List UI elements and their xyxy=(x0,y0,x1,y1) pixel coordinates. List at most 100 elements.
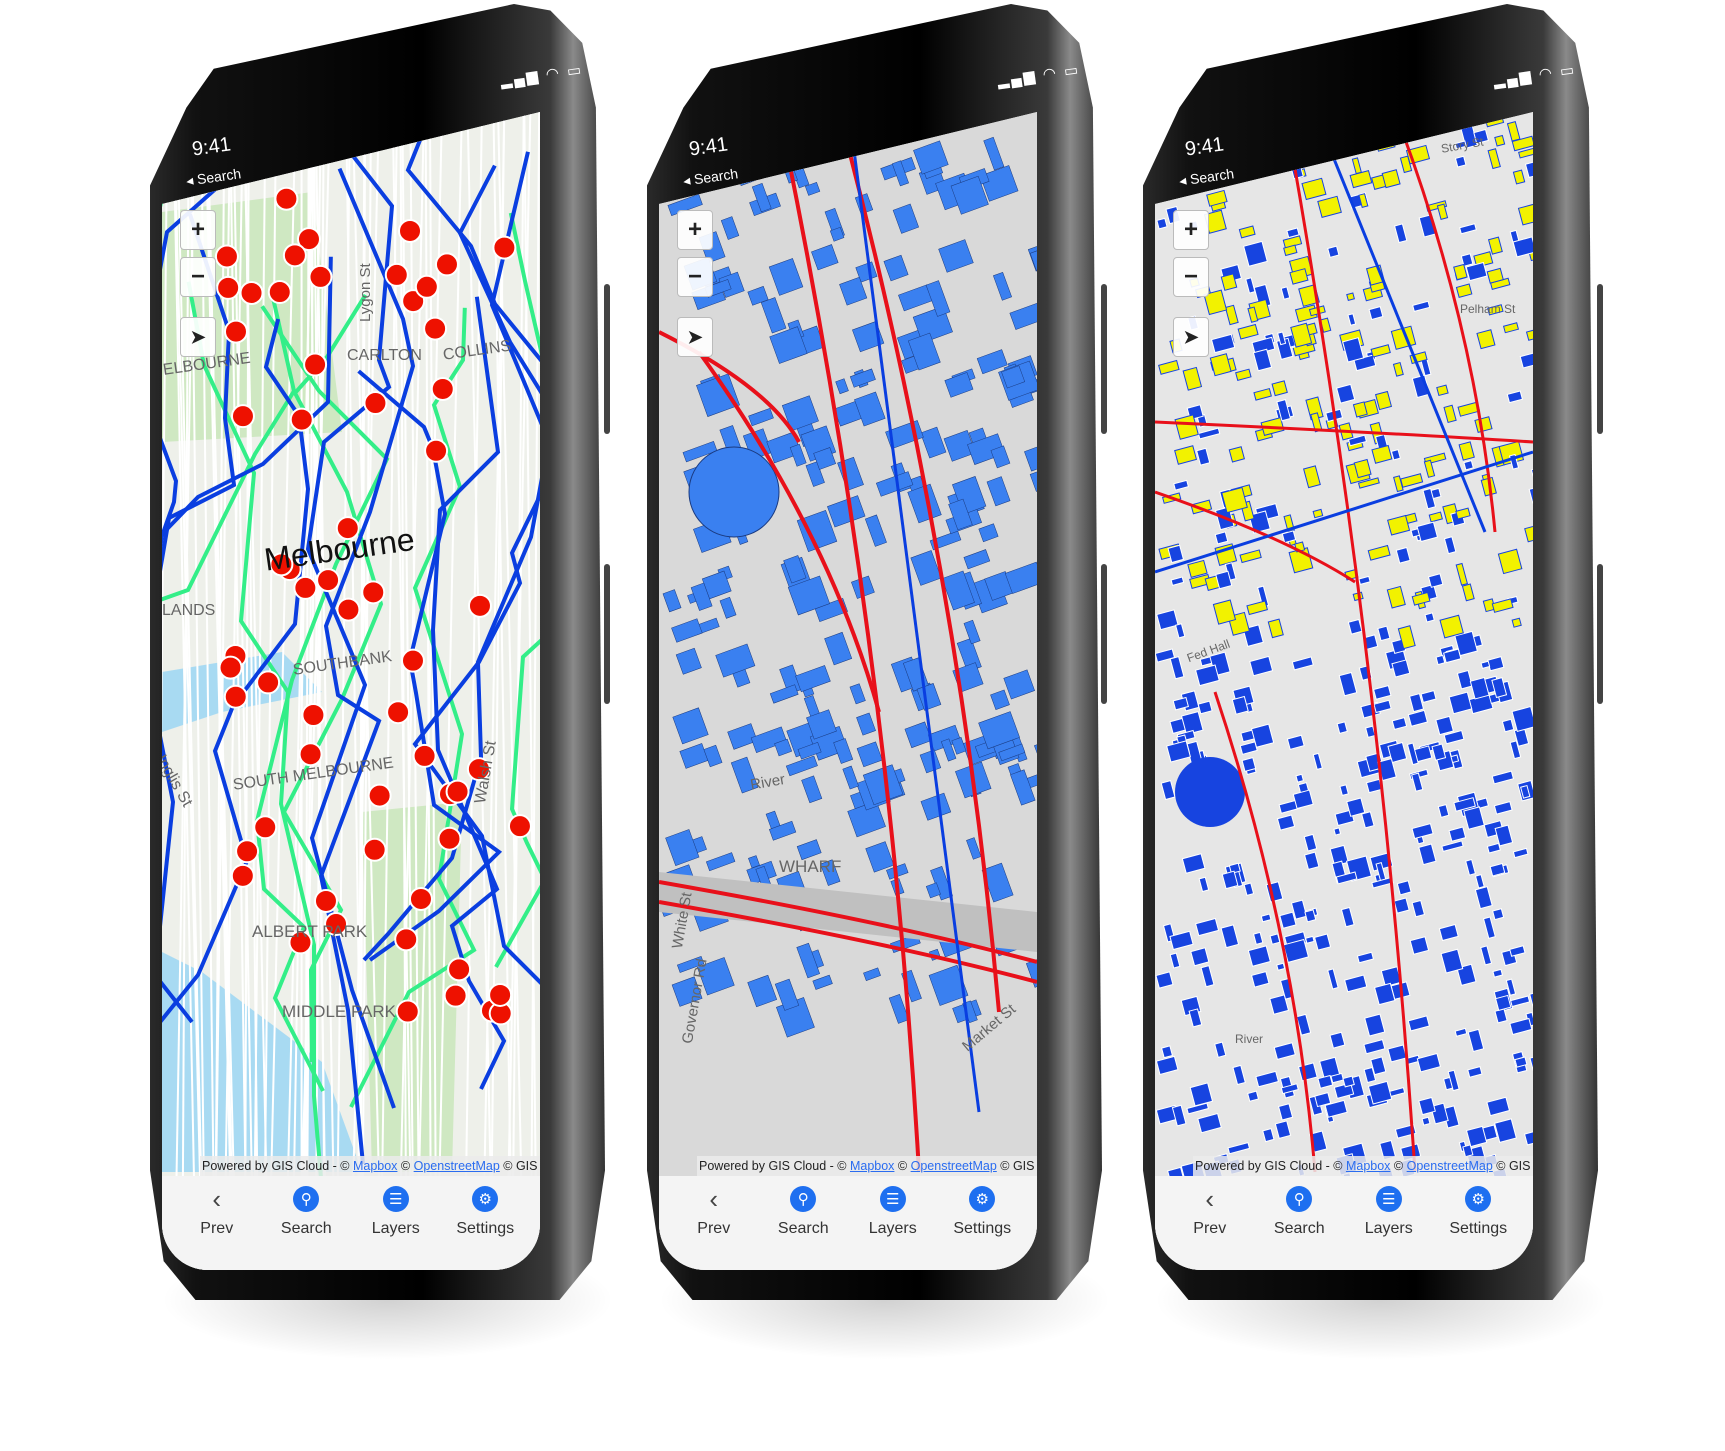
parcel xyxy=(1480,660,1491,669)
zoom-in-button[interactable]: + xyxy=(180,210,216,250)
nav-search[interactable]: ⚲ Search xyxy=(768,1186,838,1270)
volume-button xyxy=(1597,284,1603,434)
map-label: LANDS xyxy=(162,602,216,619)
poi-point xyxy=(363,391,388,416)
osm-link[interactable]: OpenstreetMap xyxy=(911,1159,997,1173)
map-screen[interactable]: Story St Pelham St Fed Hall River + − ➤ Pow… xyxy=(1155,112,1533,1270)
map-label: WHARF xyxy=(779,857,842,876)
mapbox-link[interactable]: Mapbox xyxy=(1346,1159,1390,1173)
parcel xyxy=(1295,773,1305,783)
parcel xyxy=(1279,911,1297,929)
navigation-arrow-icon[interactable]: ➤ xyxy=(1173,317,1209,357)
navigation-arrow-icon[interactable]: ➤ xyxy=(677,317,713,357)
parcel xyxy=(1463,460,1474,471)
poi-point xyxy=(282,243,307,268)
poi-point xyxy=(488,982,513,1007)
parcel xyxy=(1436,384,1449,397)
zoom-in-button[interactable]: + xyxy=(677,210,713,250)
volume-button xyxy=(1101,284,1107,434)
map-screen[interactable]: River White St Governor Rd Market St WHARF +… xyxy=(659,112,1037,1270)
parcel xyxy=(1421,1116,1431,1126)
parcel xyxy=(1368,306,1384,321)
zoom-out-button[interactable]: − xyxy=(1173,257,1209,297)
poi-point xyxy=(443,983,468,1008)
poi-point xyxy=(293,575,318,600)
bottom-nav: ‹ Prev ⚲ Search ☰ Layers ⚙ Settings xyxy=(1155,1176,1533,1270)
map-canvas[interactable] xyxy=(1155,112,1533,1270)
poi-point xyxy=(445,779,470,804)
zoom-out-button[interactable]: − xyxy=(180,257,216,297)
nav-settings[interactable]: ⚙ Settings xyxy=(1443,1186,1513,1270)
poi-point xyxy=(214,244,239,269)
poi-point xyxy=(235,839,260,864)
poi-point xyxy=(274,186,299,211)
stadium xyxy=(1175,757,1245,827)
parcel xyxy=(1304,909,1317,923)
nav-layers[interactable]: ☰ Layers xyxy=(1354,1186,1424,1270)
poi-point xyxy=(384,262,409,287)
gear-icon: ⚙ xyxy=(1465,1186,1492,1212)
poi-point xyxy=(267,280,292,305)
power-button xyxy=(1597,564,1603,704)
map-canvas[interactable] xyxy=(162,112,540,1270)
poi-point xyxy=(216,275,241,300)
parcel xyxy=(1333,827,1342,836)
parcel xyxy=(1346,797,1366,817)
layers-icon: ☰ xyxy=(382,1186,409,1212)
navigation-arrow-icon[interactable]: ➤ xyxy=(180,317,216,357)
map-label: MIDDLE PARK xyxy=(282,1002,396,1021)
gear-icon: ⚙ xyxy=(969,1186,996,1212)
zoom-out-button[interactable]: − xyxy=(677,257,713,297)
parcel xyxy=(1312,508,1324,519)
poi-point xyxy=(394,927,419,952)
phone-parcels: 9:41 ◂ Search ▂▄▆ ◠ ▭ Story St Pelham St F… xyxy=(1143,4,1608,1360)
map-canvas[interactable] xyxy=(659,112,1037,1270)
nav-prev[interactable]: ‹ Prev xyxy=(182,1184,252,1270)
nav-prev[interactable]: ‹ Prev xyxy=(1175,1184,1245,1270)
poi-point xyxy=(218,655,243,680)
nav-settings[interactable]: ⚙ Settings xyxy=(450,1186,520,1270)
poi-point xyxy=(423,316,448,341)
mapbox-link[interactable]: Mapbox xyxy=(850,1159,894,1173)
poi-point xyxy=(361,580,386,605)
nav-search[interactable]: ⚲ Search xyxy=(271,1186,341,1270)
nav-settings[interactable]: ⚙ Settings xyxy=(947,1186,1017,1270)
map-screen[interactable]: Melbourne Lygon St CARLTON COLLINS ELBOURNE L… xyxy=(162,112,540,1270)
poi-point xyxy=(230,863,255,888)
poi-point xyxy=(492,235,517,260)
map-attribution: Powered by GIS Cloud - © Mapbox © Openst… xyxy=(200,1156,540,1176)
parcel xyxy=(1465,1125,1488,1148)
layers-icon: ☰ xyxy=(879,1186,906,1212)
zoom-in-button[interactable]: + xyxy=(1173,210,1209,250)
power-button xyxy=(1101,564,1107,704)
poi-point xyxy=(408,886,433,911)
mapbox-link[interactable]: Mapbox xyxy=(353,1159,397,1173)
poi-point xyxy=(303,352,328,377)
poi-point xyxy=(447,957,472,982)
parcel xyxy=(1511,617,1522,628)
osm-link[interactable]: OpenstreetMap xyxy=(1407,1159,1493,1173)
parcel xyxy=(1156,217,1168,230)
parcel xyxy=(1494,134,1506,147)
poi-point xyxy=(313,888,338,913)
parcel xyxy=(1241,757,1257,772)
map-label: Pelham St xyxy=(1460,302,1516,316)
nav-prev[interactable]: ‹ Prev xyxy=(679,1184,749,1270)
bottom-nav: ‹ Prev ⚲ Search ☰ Layers ⚙ Settings xyxy=(659,1176,1037,1270)
poi-point xyxy=(412,743,437,768)
phone-buildings: 9:41 ◂ Search ▂▄▆ ◠ ▭ River White St Gover… xyxy=(647,4,1112,1360)
poi-point xyxy=(395,999,420,1024)
parcel xyxy=(1342,1075,1355,1088)
bottom-nav: ‹ Prev ⚲ Search ☰ Layers ⚙ Settings xyxy=(162,1176,540,1270)
parcel xyxy=(1190,947,1210,967)
nav-layers[interactable]: ☰ Layers xyxy=(858,1186,928,1270)
parcel xyxy=(1160,1045,1174,1059)
nav-search[interactable]: ⚲ Search xyxy=(1264,1186,1334,1270)
poi-point xyxy=(424,438,449,463)
parcel xyxy=(1435,654,1446,666)
poi-point xyxy=(400,648,425,673)
nav-layers[interactable]: ☰ Layers xyxy=(361,1186,431,1270)
parcel xyxy=(1346,292,1355,301)
map-attribution: Powered by GIS Cloud - © Mapbox © Openst… xyxy=(1193,1156,1533,1176)
osm-link[interactable]: OpenstreetMap xyxy=(414,1159,500,1173)
